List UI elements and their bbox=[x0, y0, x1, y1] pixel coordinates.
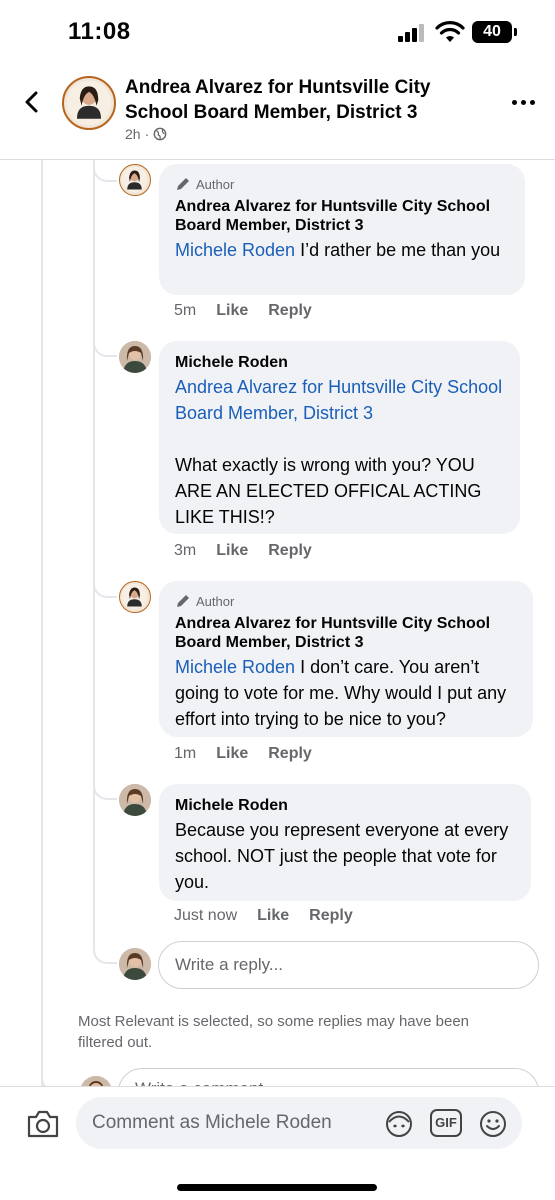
status-time: 11:08 bbox=[68, 18, 131, 45]
post-time[interactable]: 2h bbox=[125, 126, 141, 142]
comment-bubble: Author Andrea Alvarez for Huntsville Cit… bbox=[159, 164, 525, 295]
post-header: Andrea Alvarez for Huntsville City Schoo… bbox=[0, 64, 555, 160]
battery-icon: 40 bbox=[472, 21, 517, 43]
comment-bubble: Michele Roden Andrea Alvarez for Huntsvi… bbox=[159, 341, 520, 534]
camera-icon[interactable] bbox=[26, 1109, 60, 1139]
signal-icon bbox=[398, 24, 424, 42]
mention-link[interactable]: Andrea Alvarez for Huntsville City Schoo… bbox=[175, 374, 504, 426]
thread-connector bbox=[93, 337, 117, 357]
home-indicator bbox=[177, 1184, 377, 1191]
comment-time[interactable]: 1m bbox=[174, 745, 196, 763]
thread-connector bbox=[93, 162, 117, 182]
comment-author[interactable]: Michele Roden bbox=[175, 796, 515, 815]
page-avatar[interactable] bbox=[62, 76, 116, 130]
thread-connector bbox=[93, 578, 117, 598]
comment-actions: 3m Like Reply bbox=[174, 542, 312, 560]
comment-bubble: Author Andrea Alvarez for Huntsville Cit… bbox=[159, 581, 533, 737]
like-button[interactable]: Like bbox=[216, 542, 248, 560]
comment-text: Michele Roden I don’t care. You aren’t g… bbox=[175, 657, 507, 729]
comment-time[interactable]: 5m bbox=[174, 302, 196, 320]
battery-level: 40 bbox=[483, 23, 501, 40]
reply-button[interactable]: Reply bbox=[268, 542, 312, 560]
more-icon[interactable] bbox=[512, 100, 535, 105]
like-button[interactable]: Like bbox=[257, 907, 289, 925]
comment-actions: Just now Like Reply bbox=[174, 907, 353, 925]
filter-notice: Most Relevant is selected, so some repli… bbox=[78, 1013, 470, 1051]
comment-field[interactable]: Comment as Michele Roden GIF bbox=[76, 1097, 522, 1149]
comment-text: Because you represent everyone at every … bbox=[175, 820, 509, 892]
reply-input[interactable]: Write a reply... bbox=[158, 941, 539, 989]
back-icon[interactable] bbox=[20, 90, 44, 114]
globe-icon bbox=[153, 127, 167, 141]
comment-composer: Comment as Michele Roden GIF bbox=[0, 1086, 555, 1200]
thread-connector bbox=[93, 944, 117, 964]
avatar bbox=[119, 948, 151, 980]
gif-icon[interactable]: GIF bbox=[430, 1109, 462, 1137]
post-meta: 2h · bbox=[125, 126, 167, 142]
comment-time[interactable]: 3m bbox=[174, 542, 196, 560]
pencil-icon bbox=[177, 178, 189, 190]
smiley-icon[interactable] bbox=[478, 1109, 508, 1139]
reply-button[interactable]: Reply bbox=[309, 907, 353, 925]
comment-text: Andrea Alvarez for Huntsville City Schoo… bbox=[175, 374, 504, 530]
like-button[interactable]: Like bbox=[216, 745, 248, 763]
reply-button[interactable]: Reply bbox=[268, 302, 312, 320]
thread-connector bbox=[93, 780, 117, 800]
mention-link[interactable]: Michele Roden bbox=[175, 240, 295, 260]
status-bar: 11:08 40 bbox=[0, 0, 555, 64]
thread-line-inner bbox=[93, 160, 95, 948]
comment-placeholder: Comment as Michele Roden bbox=[92, 1112, 332, 1133]
comment-author[interactable]: Michele Roden bbox=[175, 353, 504, 372]
comment-bubble: Michele Roden Because you represent ever… bbox=[159, 784, 531, 901]
author-badge: Author bbox=[175, 176, 509, 192]
like-button[interactable]: Like bbox=[216, 302, 248, 320]
avatar[interactable] bbox=[119, 164, 151, 196]
meta-separator: · bbox=[144, 126, 150, 142]
comment-time[interactable]: Just now bbox=[174, 907, 237, 925]
comment-text: Michele Roden I’d rather be me than you bbox=[175, 240, 501, 260]
thread-line-outer bbox=[41, 160, 43, 1090]
avatar[interactable] bbox=[119, 581, 151, 613]
comment-actions: 1m Like Reply bbox=[174, 745, 312, 763]
pencil-icon bbox=[177, 595, 189, 607]
avatar[interactable] bbox=[119, 784, 151, 816]
avatar[interactable] bbox=[119, 341, 151, 373]
wifi-icon bbox=[435, 21, 465, 42]
mention-link[interactable]: Michele Roden bbox=[175, 657, 295, 677]
comment-actions: 5m Like Reply bbox=[174, 302, 312, 320]
avatar-sticker-icon[interactable] bbox=[384, 1109, 414, 1139]
page-title[interactable]: Andrea Alvarez for Huntsville City Schoo… bbox=[125, 75, 485, 125]
author-badge: Author bbox=[175, 593, 517, 609]
comment-author[interactable]: Andrea Alvarez for Huntsville City Schoo… bbox=[175, 197, 509, 235]
comment-author[interactable]: Andrea Alvarez for Huntsville City Schoo… bbox=[175, 614, 517, 652]
reply-button[interactable]: Reply bbox=[268, 745, 312, 763]
